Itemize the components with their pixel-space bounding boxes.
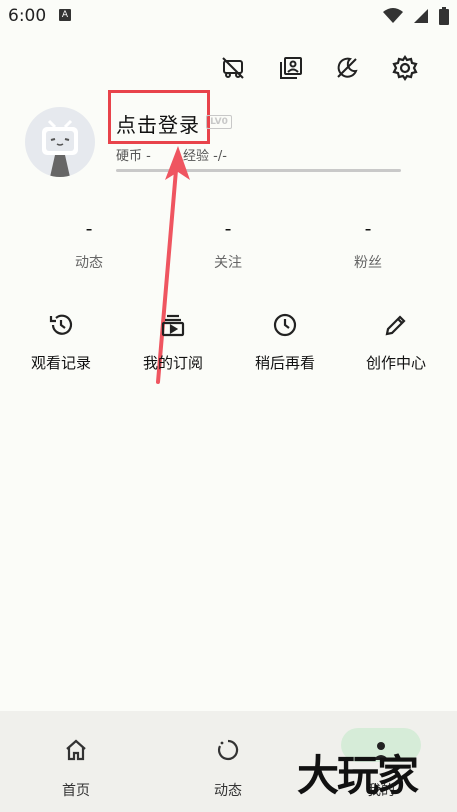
stat-posts[interactable]: - 动态: [39, 217, 139, 272]
stat-label: 粉丝: [354, 255, 382, 271]
clock-icon: [273, 313, 297, 337]
night-mode-icon[interactable]: [333, 54, 361, 82]
stat-value: -: [364, 218, 372, 240]
home-icon: [66, 739, 86, 761]
no-subscription-icon[interactable]: [219, 54, 247, 82]
nav-dynamic-label: 动态: [214, 783, 242, 799]
quick-creator-center[interactable]: 创作中心: [339, 312, 453, 373]
settings-icon[interactable]: [391, 54, 419, 82]
notification-icon: A: [59, 9, 71, 21]
wifi-icon: [383, 8, 403, 23]
stat-value: -: [224, 218, 232, 240]
stat-value: -: [85, 218, 93, 240]
quick-watch-later[interactable]: 稍后再看: [228, 312, 342, 373]
top-toolbar: [0, 54, 457, 84]
status-bar: 6:00 A: [0, 0, 457, 32]
quick-watch-later-label: 稍后再看: [254, 354, 315, 372]
quick-creator-label: 创作中心: [365, 354, 426, 372]
login-link[interactable]: 点击登录: [116, 109, 200, 138]
status-time: 6:00: [8, 6, 47, 26]
quick-subscription[interactable]: 我的订阅: [116, 312, 230, 373]
watermark-text: 大玩家: [297, 751, 419, 800]
history-icon: [49, 314, 73, 335]
quick-history-label: 观看记录: [30, 354, 91, 372]
nav-home-label: 首页: [62, 783, 90, 799]
status-icons: [383, 6, 449, 26]
battery-icon: [439, 7, 449, 25]
nav-home[interactable]: 首页: [19, 711, 133, 812]
stat-following[interactable]: - 关注: [178, 217, 278, 272]
subscription-icon: [161, 314, 185, 337]
tv-mascot-icon: [42, 119, 78, 177]
level-badge: LV0: [206, 115, 232, 129]
avatar[interactable]: [25, 107, 95, 177]
quick-subscription-label: 我的订阅: [142, 354, 203, 372]
stat-followers[interactable]: - 粉丝: [318, 217, 418, 272]
pencil-icon: [385, 315, 406, 336]
cellular-icon: [414, 9, 428, 23]
gallery-icon[interactable]: [277, 54, 305, 82]
quick-history[interactable]: 观看记录: [4, 312, 118, 373]
stat-label: 动态: [75, 255, 103, 271]
refresh-circle-icon: [217, 739, 239, 761]
stat-label: 关注: [214, 255, 242, 271]
nav-dynamic[interactable]: 动态: [171, 711, 285, 812]
